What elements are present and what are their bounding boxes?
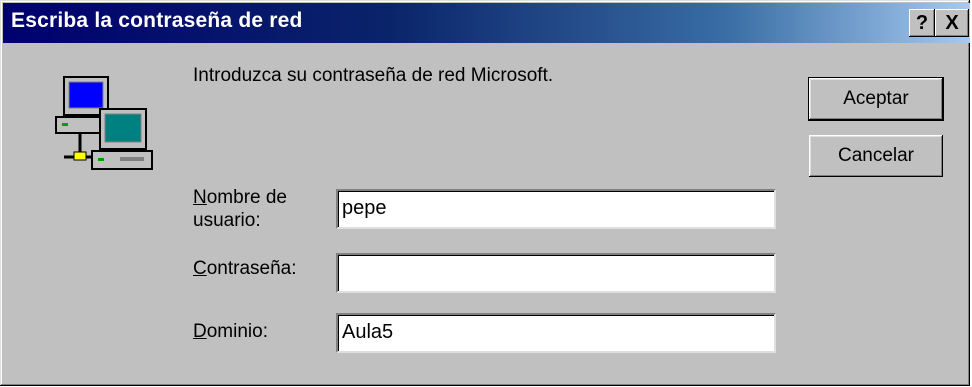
username-label: Nombre de usuario:: [193, 186, 323, 232]
title-bar[interactable]: Escriba la contraseña de red ? X: [3, 3, 970, 43]
password-label: Contraseña:: [193, 257, 297, 280]
help-button[interactable]: ?: [909, 9, 935, 37]
password-label-accesskey: C: [193, 258, 207, 279]
domain-label-text: ominio:: [206, 321, 268, 342]
domain-label-accesskey: D: [193, 321, 207, 342]
password-label-text: ontraseña:: [206, 258, 297, 279]
username-field[interactable]: pepe: [336, 189, 776, 229]
username-label-accesskey: N: [193, 187, 207, 208]
network-computers-icon: [55, 76, 153, 170]
password-field[interactable]: [336, 253, 776, 293]
close-button[interactable]: X: [935, 9, 969, 37]
prompt-text: Introduzca su contraseña de red Microsof…: [193, 65, 554, 86]
username-label-text: ombre de usuario:: [193, 187, 288, 231]
logon-dialog: Escriba la contraseña de red ? X Introdu…: [0, 0, 970, 386]
window-title: Escriba la contraseña de red: [11, 9, 303, 32]
accept-button[interactable]: Aceptar: [808, 77, 944, 121]
domain-field[interactable]: Aula5: [336, 313, 776, 353]
domain-label: Dominio:: [193, 320, 268, 343]
cancel-button[interactable]: Cancelar: [809, 135, 943, 177]
